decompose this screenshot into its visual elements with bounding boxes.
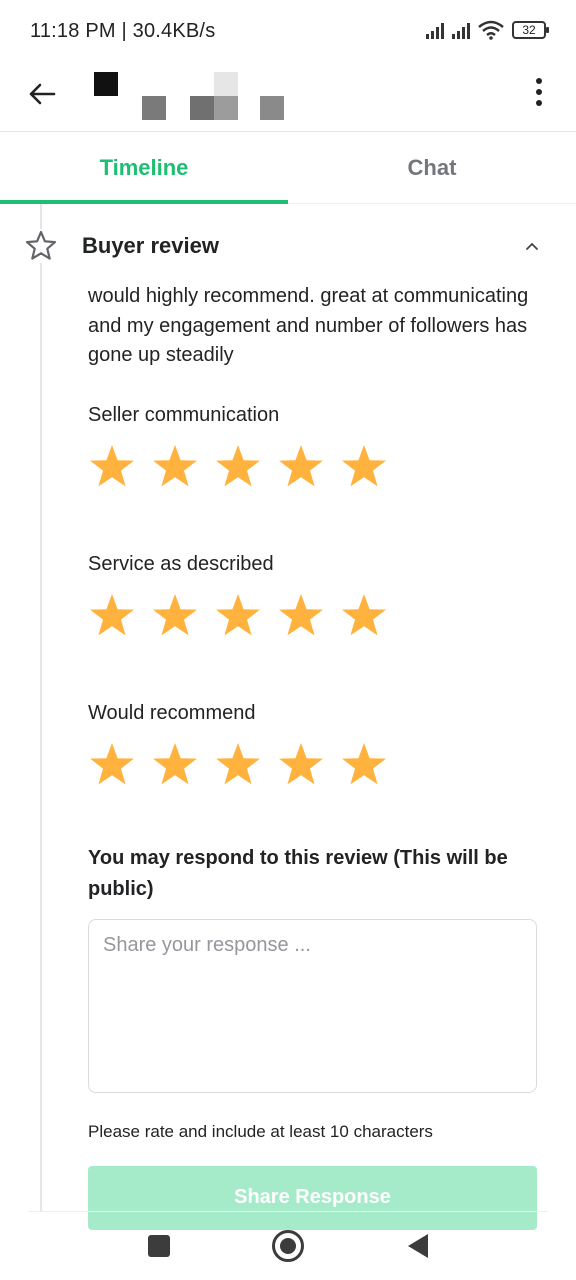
collapse-button[interactable] bbox=[520, 234, 544, 258]
response-hint: Please rate and include at least 10 char… bbox=[88, 1121, 433, 1141]
star-filled-icon bbox=[279, 444, 323, 486]
response-input[interactable] bbox=[88, 918, 537, 1093]
battery-level: 32 bbox=[522, 23, 536, 37]
app-header bbox=[0, 62, 576, 132]
star-filled-icon bbox=[90, 444, 134, 486]
buyer-review-header[interactable]: Buyer review bbox=[24, 226, 552, 266]
tab-chat[interactable]: Chat bbox=[288, 132, 576, 203]
wifi-icon bbox=[478, 20, 504, 40]
review-content: would highly recommend. great at communi… bbox=[88, 282, 538, 1230]
signal-icon bbox=[426, 21, 444, 39]
star-filled-icon bbox=[279, 742, 323, 784]
back-button[interactable] bbox=[24, 76, 60, 112]
status-bar: 11:18 PM | 30.4KB/s 32 bbox=[0, 0, 576, 62]
star-filled-icon bbox=[342, 444, 386, 486]
star-outline-icon bbox=[24, 229, 58, 263]
rating-would-recommend: Would recommend bbox=[88, 702, 538, 789]
dot bbox=[536, 100, 542, 106]
respond-title: You may respond to this review (This wil… bbox=[88, 846, 508, 900]
system-back-button[interactable] bbox=[408, 1234, 428, 1258]
status-icons: 32 bbox=[426, 20, 549, 40]
star-filled-icon bbox=[216, 444, 260, 486]
chevron-up-icon bbox=[526, 242, 538, 250]
respond-section: You may respond to this review (This wil… bbox=[88, 843, 538, 1230]
star-rating bbox=[88, 592, 538, 640]
rating-seller-communication: Seller communication bbox=[88, 404, 538, 491]
star-rating bbox=[88, 443, 538, 491]
rating-service-as-described: Service as described bbox=[88, 553, 538, 640]
star-filled-icon bbox=[216, 742, 260, 784]
signal-icon bbox=[452, 21, 470, 39]
home-button[interactable] bbox=[272, 1230, 304, 1262]
section-title: Buyer review bbox=[82, 233, 219, 258]
star-rating bbox=[88, 741, 538, 789]
tab-bar: Timeline Chat bbox=[0, 132, 576, 204]
review-text: would highly recommend. great at communi… bbox=[88, 285, 529, 366]
status-time-speed: 11:18 PM | 30.4KB/s bbox=[30, 20, 216, 42]
recent-apps-button[interactable] bbox=[148, 1235, 170, 1257]
timeline-line bbox=[40, 204, 42, 1212]
rating-label: Would recommend bbox=[88, 701, 256, 724]
battery-icon: 32 bbox=[512, 21, 549, 39]
rating-label: Seller communication bbox=[88, 403, 280, 426]
star-filled-icon bbox=[90, 593, 134, 635]
more-options-button[interactable] bbox=[522, 74, 556, 110]
redacted-username bbox=[94, 70, 324, 126]
star-filled-icon bbox=[153, 593, 197, 635]
dot bbox=[536, 89, 542, 95]
dot bbox=[536, 78, 542, 84]
rating-label: Service as described bbox=[88, 552, 274, 575]
arrow-left-icon bbox=[29, 83, 56, 105]
star-filled-icon bbox=[342, 742, 386, 784]
system-nav-bar bbox=[28, 1211, 548, 1280]
star-filled-icon bbox=[153, 742, 197, 784]
star-filled-icon bbox=[216, 593, 260, 635]
star-filled-icon bbox=[279, 593, 323, 635]
star-filled-icon bbox=[153, 444, 197, 486]
star-filled-icon bbox=[342, 593, 386, 635]
star-filled-icon bbox=[90, 742, 134, 784]
tab-timeline[interactable]: Timeline bbox=[0, 132, 288, 204]
